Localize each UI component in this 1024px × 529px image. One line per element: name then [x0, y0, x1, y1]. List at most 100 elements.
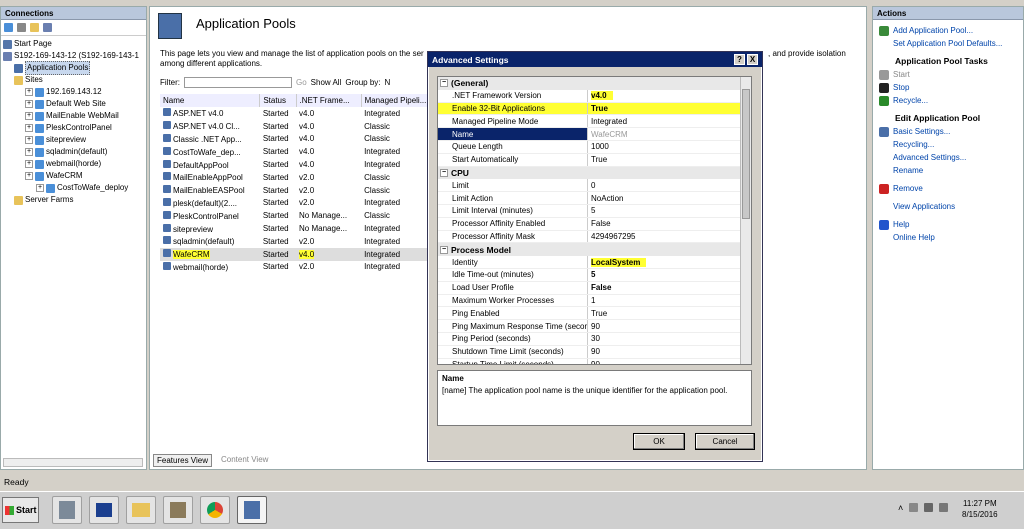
tray-expand-icon[interactable]: ˄ [898, 503, 903, 513]
property-row[interactable]: Limit 0 [438, 179, 741, 193]
start-button[interactable]: Start [2, 497, 39, 523]
property-value[interactable]: 30 [588, 333, 741, 345]
property-value[interactable]: 90 [588, 359, 741, 364]
action-item[interactable]: Remove [873, 182, 1023, 195]
property-value[interactable]: 90 [588, 320, 741, 332]
expand-icon[interactable]: + [25, 172, 33, 180]
table-row[interactable]: plesk(default)(2.... Started v2.0 Integrate… [160, 197, 440, 210]
collapse-icon[interactable]: − [440, 245, 448, 254]
property-row[interactable]: Limit Interval (minutes) 5 [438, 204, 741, 218]
property-value[interactable]: 5 [588, 205, 741, 217]
folder-icon[interactable] [30, 23, 39, 32]
table-row[interactable]: Classic .NET App... Started v4.0 Classic [160, 133, 440, 146]
table-row[interactable]: PleskControlPanel Started No Manage... Clas… [160, 209, 440, 222]
table-row[interactable]: sqladmin(default) Started v2.0 Integrated [160, 235, 440, 248]
property-value[interactable]: 1000 [588, 141, 741, 153]
filter-input[interactable] [184, 77, 292, 88]
tree-item[interactable]: Start Page [3, 38, 144, 50]
show-all-button[interactable]: Show All [311, 78, 342, 87]
tools-icon[interactable] [163, 496, 193, 524]
property-value[interactable]: NoAction [588, 192, 741, 204]
clock[interactable]: 11:27 PM 8/15/2016 [962, 498, 998, 520]
volume-icon[interactable] [939, 503, 949, 512]
property-row[interactable]: Managed Pipeline Mode Integrated [438, 115, 741, 129]
property-row[interactable]: Identity LocalSystem [438, 256, 741, 269]
go-button[interactable]: Go [296, 78, 307, 87]
property-category[interactable]: − CPU [438, 166, 741, 180]
property-row[interactable]: Shutdown Time Limit (seconds) 90 [438, 345, 741, 359]
content-view-tab[interactable]: Content View [218, 454, 271, 467]
tree-item[interactable]: +192.169.143.12 [3, 86, 144, 98]
group-by-select[interactable]: N [385, 78, 391, 87]
iis-manager-icon[interactable] [237, 496, 267, 524]
action-item[interactable]: Add Application Pool... [873, 24, 1023, 37]
property-row[interactable]: Processor Affinity Enabled False [438, 217, 741, 231]
action-item[interactable]: Recycling... [873, 138, 1023, 151]
tree-item[interactable]: Server Farms [3, 194, 144, 206]
expand-icon[interactable]: + [25, 124, 33, 132]
property-value[interactable]: 4294967295 [588, 231, 741, 243]
connect-icon[interactable] [4, 23, 13, 32]
collapse-icon[interactable]: − [440, 79, 448, 88]
table-row[interactable]: DefaultAppPool Started v4.0 Integrated [160, 158, 440, 171]
property-scrollbar[interactable] [740, 77, 751, 364]
expand-icon[interactable]: + [25, 112, 33, 120]
property-row[interactable]: Limit Action NoAction [438, 192, 741, 205]
expand-icon[interactable]: + [36, 184, 44, 192]
cancel-button[interactable]: Cancel [695, 433, 755, 450]
tree-item[interactable]: + Default Web Site [3, 98, 144, 110]
close-button[interactable]: X [747, 54, 758, 65]
tree-item[interactable]: + CostToWafe_deploy [3, 182, 144, 194]
property-row[interactable]: Start Automatically True [438, 153, 741, 167]
property-row[interactable]: Maximum Worker Processes 1 [438, 294, 741, 308]
action-item[interactable]: Start [873, 68, 1023, 81]
table-row[interactable]: CostToWafe_dep... Started v4.0 Integrated [160, 145, 440, 158]
tree-item[interactable]: + WafeCRM [3, 170, 144, 182]
property-value[interactable]: True [588, 154, 741, 166]
expand-icon[interactable]: + [25, 160, 33, 168]
property-value[interactable]: 5 [588, 269, 741, 281]
property-value[interactable]: 1 [588, 295, 741, 307]
action-item[interactable]: Stop [873, 81, 1023, 94]
property-row[interactable]: Processor Affinity Mask 4294967295 [438, 230, 741, 244]
ok-button[interactable]: OK [633, 433, 685, 450]
property-value[interactable]: False [588, 218, 741, 230]
action-item[interactable]: Online Help [873, 231, 1023, 244]
property-row[interactable]: Idle Time-out (minutes) 5 [438, 268, 741, 282]
property-value[interactable]: Integrated [588, 115, 741, 127]
property-row[interactable]: Enable 32-Bit Applications True [438, 102, 741, 116]
property-row[interactable]: Load User Profile False [438, 281, 741, 295]
server-manager-icon[interactable] [52, 496, 82, 524]
tree-item[interactable]: Application Pools [3, 61, 144, 75]
property-row[interactable]: Ping Maximum Response Time (seconds) 90 [438, 320, 741, 333]
tree-item[interactable]: + PleskControlPanel [3, 122, 144, 134]
property-row[interactable]: Name WafeCRM [438, 128, 741, 141]
property-value[interactable]: 90 [588, 346, 741, 358]
property-value[interactable]: WafeCRM [588, 128, 741, 140]
property-category[interactable]: − (General) [438, 77, 741, 90]
table-row[interactable]: sitepreview Started No Manage... Integrated [160, 222, 440, 235]
tree-item[interactable]: + webmail(horde) [3, 158, 144, 170]
property-value[interactable]: False [588, 282, 741, 294]
action-item[interactable]: Basic Settings... [873, 125, 1023, 138]
tree-item[interactable]: + MailEnable WebMail [3, 110, 144, 122]
action-item[interactable]: Advanced Settings... [873, 151, 1023, 164]
explorer-icon[interactable] [126, 496, 156, 524]
table-row[interactable]: webmail(horde) Started v2.0 Integrated [160, 261, 440, 274]
property-value[interactable]: 0 [588, 179, 741, 191]
chrome-icon[interactable] [200, 496, 230, 524]
scrollbar-thumb[interactable] [742, 89, 750, 219]
property-row[interactable]: Ping Period (seconds) 30 [438, 332, 741, 346]
action-item[interactable]: Rename [873, 164, 1023, 177]
tree-item[interactable]: + sqladmin(default) [3, 146, 144, 158]
property-row[interactable]: Startup Time Limit (seconds) 90 [438, 358, 741, 364]
property-row[interactable]: Ping Enabled True [438, 307, 741, 321]
expand-icon[interactable]: + [25, 100, 33, 108]
property-value[interactable]: LocalSystem [588, 256, 741, 268]
property-value[interactable]: True [588, 102, 741, 115]
action-item[interactable]: Recycle... [873, 94, 1023, 107]
tree-item[interactable]: Sites [3, 74, 144, 86]
property-row[interactable]: .NET Framework Version v4.0 [438, 89, 741, 103]
tree-scrollbar[interactable] [3, 458, 143, 467]
help-button[interactable]: ? [734, 54, 745, 65]
